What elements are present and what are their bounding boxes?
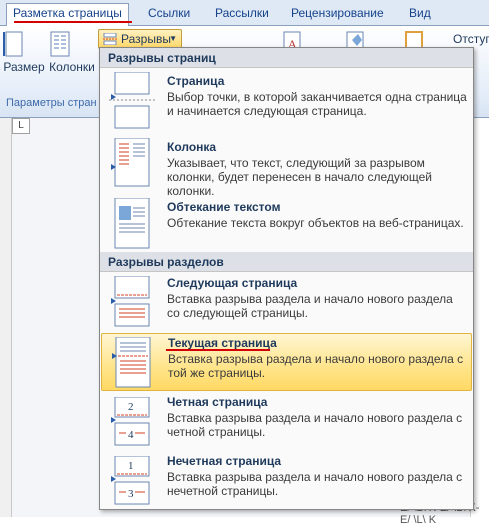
page-breaks-header: Разрывы страниц	[100, 48, 473, 68]
chevron-down-icon: ▼	[169, 34, 177, 43]
columns-button[interactable]: Колонки	[48, 30, 96, 74]
menu-item-desc: Вставка разрыва раздела и начало нового …	[168, 352, 464, 380]
page-setup-group-label: Параметры стран	[6, 97, 97, 109]
breaks-dropdown-menu: Разрывы страниц Страница Выбор точки, в …	[99, 47, 474, 510]
column-break-icon	[109, 138, 155, 188]
menu-item-title: Нечетная страница	[167, 454, 282, 468]
tab-mailings[interactable]: Рассылки	[209, 4, 275, 24]
menu-item-page-break[interactable]: Страница Выбор точки, в которой заканчив…	[101, 70, 472, 132]
columns-icon	[48, 30, 96, 60]
svg-text:4: 4	[128, 429, 134, 441]
menu-item-desc: Вставка разрыва раздела и начало нового …	[167, 470, 463, 498]
breaks-icon	[103, 33, 117, 45]
breaks-label: Разрывы	[121, 32, 171, 46]
tab-selector[interactable]: L	[12, 118, 30, 134]
menu-item-column-break[interactable]: Колонка Указывает, что текст, следующий …	[101, 134, 472, 198]
text-wrapping-icon	[109, 198, 155, 250]
menu-item-desc: Вставка разрыва раздела и начало нового …	[167, 292, 453, 320]
section-breaks-header: Разрывы разделов	[100, 252, 473, 272]
menu-item-title: Обтекание текстом	[167, 200, 281, 214]
annotation-underline-continuous	[166, 349, 270, 351]
indent-label: Отступ	[453, 32, 489, 46]
menu-item-title: Следующая страница	[167, 276, 298, 290]
size-label: Размер	[3, 60, 45, 74]
svg-text:2: 2	[128, 401, 134, 413]
next-page-section-icon	[109, 276, 155, 328]
tab-review[interactable]: Рецензирование	[285, 4, 390, 24]
odd-page-section-icon: 13	[109, 456, 155, 506]
vertical-ruler	[0, 118, 12, 517]
menu-item-desc: Выбор точки, в которой заканчивается одн…	[167, 90, 467, 118]
menu-item-continuous[interactable]: Текущая страница Вставка разрыва раздела…	[101, 333, 472, 391]
menu-item-title: Четная страница	[167, 395, 268, 409]
even-page-section-icon: 24	[109, 397, 155, 447]
menu-item-desc: Указывает, что текст, следующий за разры…	[167, 156, 432, 198]
tab-references[interactable]: Ссылки	[142, 4, 196, 24]
tab-view[interactable]: Вид	[403, 4, 437, 24]
menu-item-title: Колонка	[167, 140, 217, 154]
breaks-button[interactable]: Разрывы ▼	[98, 29, 182, 49]
menu-item-desc: Обтекание текста вокруг объектов на веб-…	[167, 216, 464, 230]
continuous-section-icon	[110, 337, 156, 389]
menu-item-next-page[interactable]: Следующая страница Вставка разрыва разде…	[101, 274, 472, 330]
page-size-icon	[2, 30, 46, 60]
menu-item-even-page[interactable]: 24 Четная страница Вставка разрыва разде…	[101, 393, 472, 449]
menu-item-desc: Вставка разрыва раздела и начало нового …	[167, 411, 463, 439]
annotation-underline-tab	[14, 21, 132, 23]
menu-item-title: Текущая страница	[168, 336, 277, 350]
svg-text:1: 1	[128, 460, 134, 472]
page-break-icon	[109, 72, 155, 130]
menu-item-odd-page[interactable]: 13 Нечетная страница Вставка разрыва раз…	[101, 452, 472, 508]
menu-item-title: Страница	[167, 74, 225, 88]
columns-label: Колонки	[49, 60, 95, 74]
size-button[interactable]: Размер	[2, 30, 46, 74]
svg-text:3: 3	[128, 488, 134, 500]
menu-item-text-wrapping[interactable]: Обтекание текстом Обтекание текста вокру…	[101, 194, 472, 254]
